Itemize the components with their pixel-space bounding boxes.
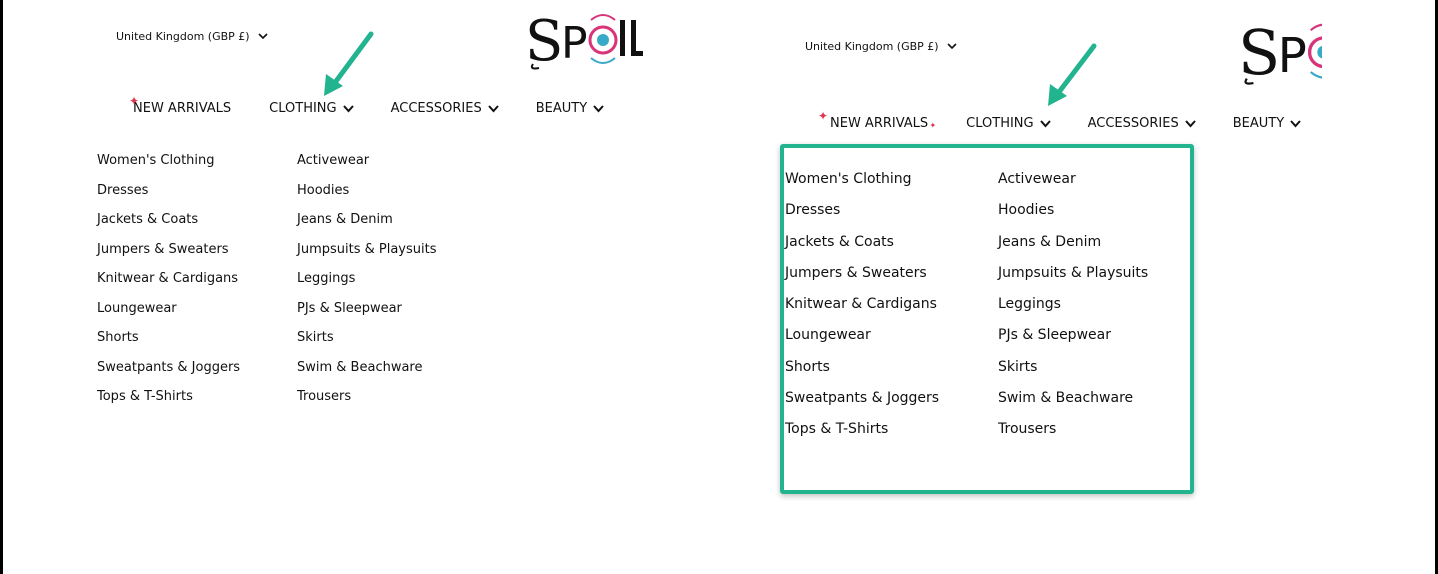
screenshot-before: United Kingdom (GBP £) S P ✦ NEW ARRIVAL… xyxy=(3,0,643,574)
logo-letter-p: P xyxy=(561,18,588,69)
chevron-down-icon xyxy=(593,104,604,113)
chevron-down-icon xyxy=(947,42,957,51)
menu-item-link[interactable]: Hoodies xyxy=(297,182,437,212)
menu-item-link[interactable]: Jumpers & Sweaters xyxy=(97,241,240,271)
menu-column-2: Activewear Hoodies Jeans & Denim Jumpsuits … xyxy=(297,152,437,418)
country-label: United Kingdom (GBP £) xyxy=(116,30,250,43)
logo-icon: S P xyxy=(525,9,643,74)
menu-item-link[interactable]: Loungewear xyxy=(97,300,240,330)
menu-item-link[interactable]: Trousers xyxy=(297,388,437,418)
menu-column-1: Women's Clothing Dresses Jackets & Coats Ju… xyxy=(97,152,240,418)
arrow-icon xyxy=(1042,40,1102,114)
menu-item-link[interactable]: Women's Clothing xyxy=(97,152,240,182)
logo-letter-p: P xyxy=(1278,28,1307,84)
menu-item-link[interactable]: Shorts xyxy=(97,329,240,359)
nav-beauty-label: BEAUTY xyxy=(1232,116,1285,131)
main-nav: ✦ NEW ARRIVALS ✦ CLOTHING ACCESSORIES BE… xyxy=(818,110,1301,131)
nav-clothing[interactable]: CLOTHING xyxy=(269,101,354,116)
logo[interactable]: S P xyxy=(525,6,643,74)
logo[interactable]: S P xyxy=(1238,14,1322,90)
nav-accessories-label: ACCESSORIES xyxy=(1087,116,1179,131)
nav-new-arrivals[interactable]: ✦ NEW ARRIVALS ✦ xyxy=(818,110,936,131)
nav-new-arrivals[interactable]: ✦ NEW ARRIVALS xyxy=(129,95,232,116)
logo-letter-s: S xyxy=(525,9,563,70)
sparkle-icon: ✦ xyxy=(929,121,937,130)
menu-item-link[interactable]: Tops & T-Shirts xyxy=(97,388,240,418)
menu-item-link[interactable]: Swim & Beachware xyxy=(297,359,437,389)
nav-clothing[interactable]: CLOTHING xyxy=(966,116,1051,131)
nav-beauty-label: BEAUTY xyxy=(535,101,588,116)
chevron-down-icon xyxy=(342,104,354,113)
nav-accessories[interactable]: ACCESSORIES xyxy=(1087,116,1196,131)
highlight-box xyxy=(780,144,1194,494)
menu-item-link[interactable]: Knitwear & Cardigans xyxy=(97,270,240,300)
menu-item-link[interactable]: Dresses xyxy=(97,182,240,212)
sparkle-icon: ✦ xyxy=(818,109,829,123)
logo-letter-s: S xyxy=(1238,17,1280,86)
nav-beauty[interactable]: BEAUTY xyxy=(535,101,604,116)
menu-item-link[interactable]: Jeans & Denim xyxy=(297,211,437,241)
menu-item-link[interactable]: Activewear xyxy=(297,152,437,182)
main-nav: ✦ NEW ARRIVALS CLOTHING ACCESSORIES BEAU… xyxy=(129,95,604,116)
country-label: United Kingdom (GBP £) xyxy=(805,40,939,53)
menu-item-link[interactable]: PJs & Sleepwear xyxy=(297,300,437,330)
sparkle-icon: ✦ xyxy=(129,94,140,108)
menu-item-link[interactable]: Skirts xyxy=(297,329,437,359)
country-selector[interactable]: United Kingdom (GBP £) xyxy=(116,30,268,43)
chevron-down-icon xyxy=(258,32,268,41)
arrow-icon xyxy=(319,30,379,104)
logo-icon: S P xyxy=(1238,17,1322,89)
menu-item-link[interactable]: Leggings xyxy=(297,270,437,300)
nav-accessories[interactable]: ACCESSORIES xyxy=(390,101,499,116)
menu-item-link[interactable]: Jackets & Coats xyxy=(97,211,240,241)
nav-new-arrivals-label: NEW ARRIVALS xyxy=(133,101,232,116)
nav-clothing-label: CLOTHING xyxy=(269,101,337,116)
chevron-down-icon xyxy=(1290,119,1301,128)
chevron-down-icon xyxy=(1039,119,1051,128)
chevron-down-icon xyxy=(487,104,499,113)
menu-item-link[interactable]: Jumpsuits & Playsuits xyxy=(297,241,437,271)
screenshot-after: United Kingdom (GBP £) S P ✦ NEW ARRIVAL… xyxy=(720,0,1322,574)
nav-new-arrivals-label: NEW ARRIVALS xyxy=(830,116,929,131)
nav-beauty[interactable]: BEAUTY xyxy=(1232,116,1301,131)
menu-item-link[interactable]: Sweatpants & Joggers xyxy=(97,359,240,389)
nav-accessories-label: ACCESSORIES xyxy=(390,101,482,116)
country-selector[interactable]: United Kingdom (GBP £) xyxy=(805,40,957,53)
chevron-down-icon xyxy=(1184,119,1196,128)
nav-clothing-label: CLOTHING xyxy=(966,116,1034,131)
